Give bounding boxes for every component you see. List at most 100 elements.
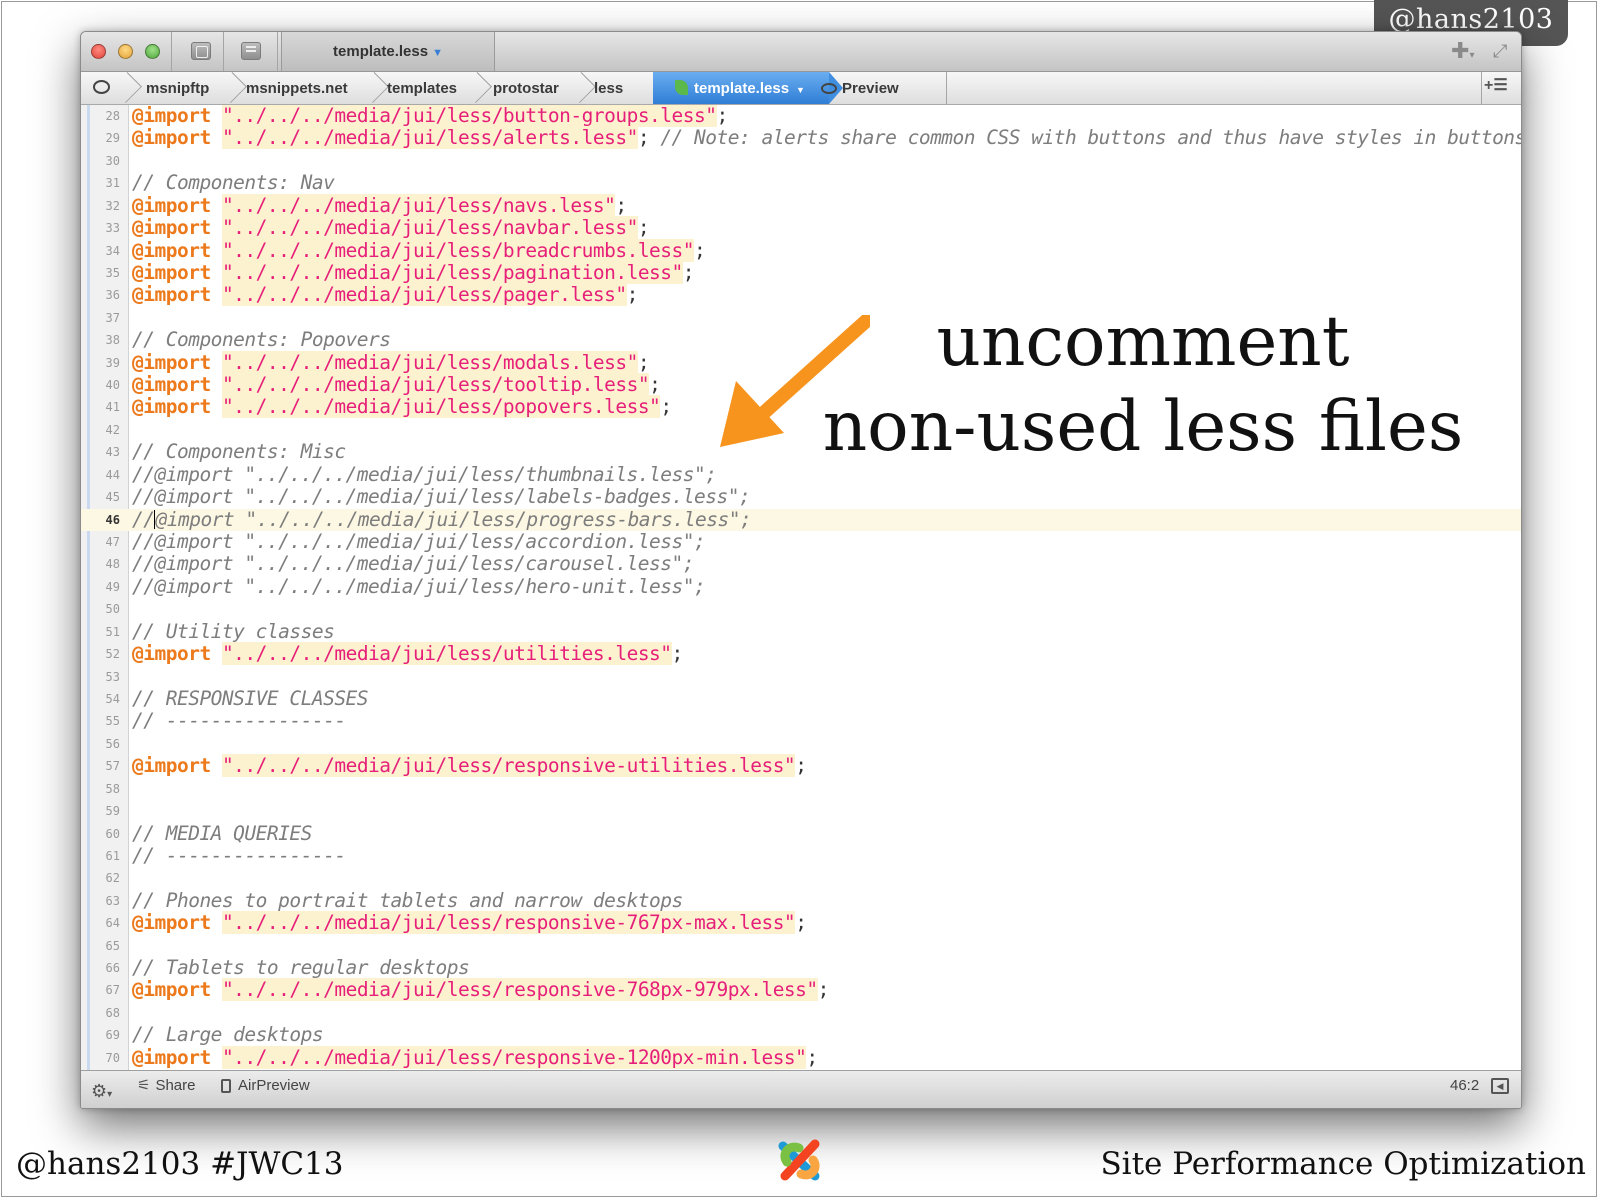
code-line[interactable]: 30 [81, 150, 1521, 172]
code-line[interactable]: 69 // Large desktops [81, 1024, 1521, 1046]
code-line[interactable]: 48 //@import "../../../media/jui/less/car… [81, 553, 1521, 575]
line-number: 61 [105, 848, 120, 863]
comment-token: // Components: Nav [132, 171, 335, 195]
code-line[interactable]: 32 @import "../../../media/jui/less/navs.… [81, 193, 1521, 217]
code-text: @import "../../../media/jui/less/popover… [132, 395, 672, 419]
code-line[interactable]: 34 @import "../../../media/jui/less/bread… [81, 238, 1521, 262]
code-line[interactable]: 63 // Phones to portrait tablets and narr… [81, 889, 1521, 912]
add-tab-icon[interactable]: ✚▾ [1451, 38, 1474, 64]
punctuation-token: ; [626, 283, 639, 307]
files-sidebar-icon[interactable] [241, 42, 261, 60]
chevron-down-icon: ▼ [796, 85, 805, 95]
preview-button[interactable]: Preview [821, 72, 899, 104]
comment-token: // Components: Misc [132, 440, 346, 464]
punctuation-token: ; [795, 754, 807, 778]
arrow-head [720, 381, 784, 447]
comment-token: //@import "../../../media/jui/less/carou… [132, 552, 695, 576]
code-line[interactable]: 49 //@import "../../../media/jui/less/her… [81, 574, 1521, 598]
code-line[interactable]: 53 [81, 666, 1521, 688]
code-line[interactable]: 59 [81, 800, 1521, 822]
code-line[interactable]: 68 [81, 1002, 1521, 1024]
comment-token: // Utility classes [132, 619, 335, 643]
cursor-position: 46:2 [1450, 1077, 1480, 1094]
minimize-window-button[interactable] [118, 44, 133, 59]
line-number: 47 [105, 535, 120, 550]
comment-token: // Components: Popovers [132, 328, 391, 352]
code-line[interactable]: 35 @import "../../../media/jui/less/pagin… [81, 260, 1521, 284]
code-line[interactable]: 28 @import "../../../media/jui/less/butto… [81, 105, 1521, 127]
line-number: 54 [105, 691, 120, 706]
code-editor[interactable]: 28 @import "../../../media/jui/less/butto… [81, 105, 1521, 1070]
line-number: 63 [105, 893, 120, 908]
code-line[interactable]: 64 @import "../../../media/jui/less/respo… [81, 911, 1521, 935]
line-number: 51 [105, 624, 120, 639]
code-text: @import "../../../media/jui/less/paginat… [132, 260, 695, 284]
code-line[interactable]: 70 @import "../../../media/jui/less/respo… [81, 1045, 1521, 1069]
code-line[interactable]: 55 // ---------------- [81, 710, 1521, 732]
zoom-window-button[interactable] [145, 44, 160, 59]
code-line[interactable]: 47 //@import "../../../media/jui/less/acc… [81, 531, 1521, 553]
code-text: @import "../../../media/jui/less/breadcr… [132, 238, 706, 262]
add-split-icon[interactable]: +☰ [1484, 75, 1508, 95]
punctuation-token: ; [806, 1045, 818, 1069]
punctuation-token: ; [682, 260, 695, 284]
code-line[interactable]: 45 //@import "../../../media/jui/less/lab… [81, 486, 1521, 508]
code-line[interactable]: 31 // Components: Nav [81, 172, 1521, 194]
breadcrumb-less[interactable]: less [594, 72, 623, 104]
share-button[interactable]: ⚟ Share [137, 1071, 195, 1101]
breadcrumb-protostar[interactable]: protostar [493, 72, 559, 104]
code-line[interactable]: 50 [81, 598, 1521, 620]
code-line[interactable]: 67 @import "../../../media/jui/less/respo… [81, 978, 1521, 1002]
eye-icon[interactable] [93, 80, 110, 94]
tab-template-less[interactable]: template.less ▼ [281, 32, 495, 71]
code-text: @import "../../../media/jui/less/navs.le… [132, 193, 627, 217]
line-number: 34 [105, 243, 120, 258]
fullscreen-icon[interactable]: ⤢ [1493, 41, 1507, 62]
line-number: 35 [105, 265, 120, 280]
comment-token: // Note: alerts share common CSS with bu… [660, 126, 1521, 150]
code-line[interactable]: 60 // MEDIA QUERIES [81, 822, 1521, 845]
string-token: "../../../media/jui/less/responsive-767p… [221, 911, 796, 935]
line-number: 62 [105, 871, 120, 886]
code-line[interactable]: 61 // ---------------- [81, 844, 1521, 867]
breadcrumb-msnipftp[interactable]: msnipftp [146, 72, 209, 104]
code-line[interactable]: 65 [81, 935, 1521, 957]
breadcrumb-templates[interactable]: templates [387, 72, 457, 104]
code-line[interactable]: 52 @import "../../../media/jui/less/utili… [81, 642, 1521, 666]
code-line[interactable]: 46 //@import "../../../media/jui/less/pro… [81, 508, 1521, 532]
gear-icon[interactable]: ⚙▾ [91, 1076, 112, 1108]
eye-icon [821, 83, 837, 94]
punctuation-token: ; [716, 105, 729, 127]
punctuation-token: ; [615, 193, 627, 217]
line-number: 28 [105, 109, 120, 123]
line-number: 64 [105, 916, 120, 931]
keyword-token: @import [132, 216, 211, 240]
comment-token: // ---------------- [132, 709, 346, 733]
line-number: 60 [105, 826, 120, 841]
code-line[interactable]: 57 @import "../../../media/jui/less/respo… [81, 754, 1521, 778]
code-line[interactable]: 33 @import "../../../media/jui/less/navba… [81, 216, 1521, 240]
comment-token: //@import "../../../media/jui/less/thumb… [132, 462, 717, 486]
line-number: 33 [105, 221, 120, 236]
code-line[interactable]: 54 // RESPONSIVE CLASSES [81, 687, 1521, 710]
code-line[interactable]: 58 [81, 778, 1521, 800]
comment-token: //@import "../../../media/jui/less/accor… [132, 530, 706, 554]
punctuation-token: ; [649, 373, 661, 397]
breadcrumb-msnippets[interactable]: msnippets.net [246, 72, 348, 104]
sites-icon[interactable] [191, 42, 211, 60]
string-token: "../../../media/jui/less/breadcrumbs.les… [221, 238, 695, 262]
line-number: 44 [105, 467, 120, 482]
line-number: 50 [105, 602, 120, 617]
code-line[interactable]: 66 // Tablets to regular desktops [81, 957, 1521, 979]
comment-token: //@import "../../../media/jui/less/hero-… [132, 574, 706, 598]
punctuation-token: ; [637, 126, 661, 150]
collapse-panel-icon[interactable]: ◀ [1491, 1078, 1509, 1094]
code-line[interactable]: 62 [81, 867, 1521, 889]
code-line[interactable]: 51 // Utility classes [81, 619, 1521, 643]
code-line[interactable]: 29 @import "../../../media/jui/less/alert… [81, 126, 1521, 150]
airpreview-button[interactable]: AirPreview [221, 1071, 310, 1101]
close-window-button[interactable] [91, 44, 106, 59]
airpreview-label: AirPreview [238, 1077, 310, 1094]
breadcrumb-template-less[interactable]: template.less ▼ [653, 72, 843, 104]
code-line[interactable]: 56 [81, 733, 1521, 755]
